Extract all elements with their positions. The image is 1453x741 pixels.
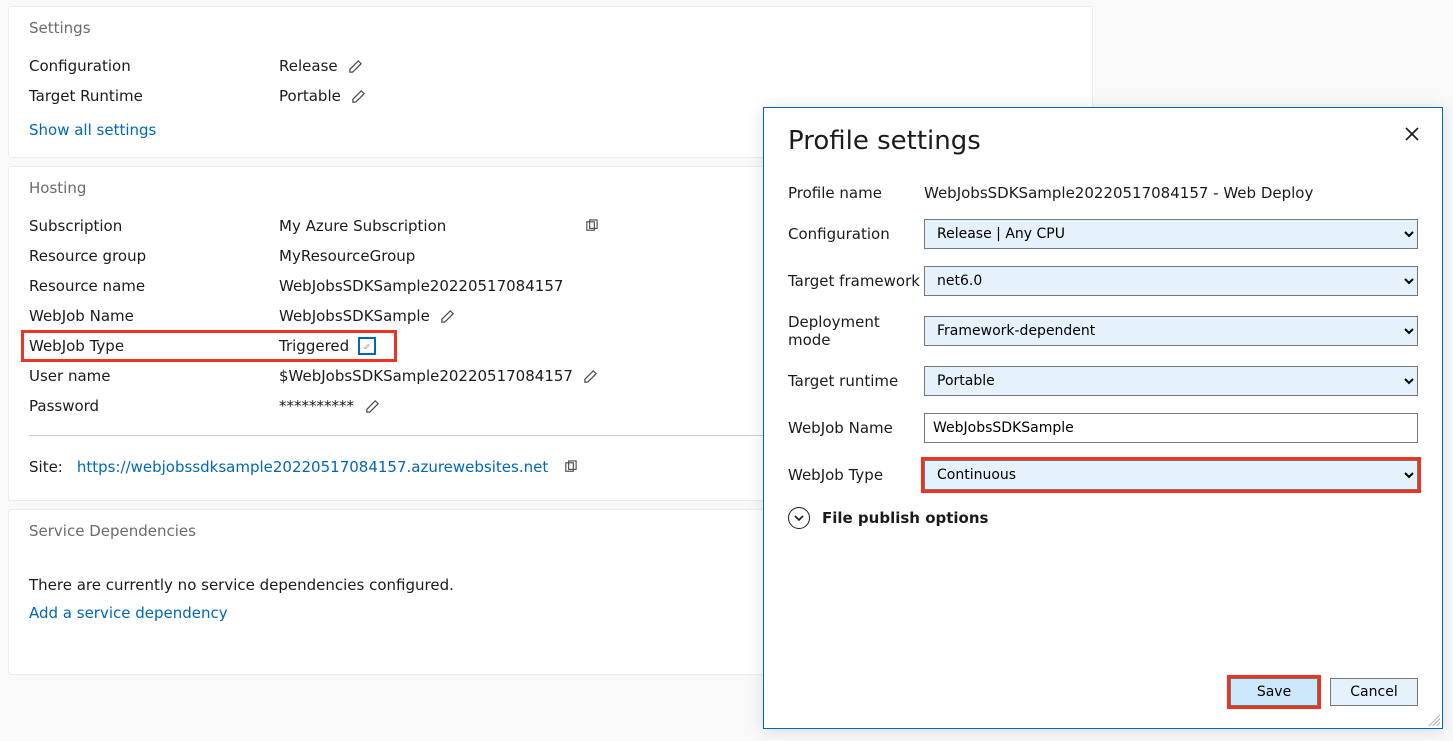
settings-label: Target Runtime xyxy=(29,87,279,105)
settings-value: Portable xyxy=(279,87,341,105)
webjob-type-select[interactable]: Continuous xyxy=(924,460,1418,490)
dialog-title: Profile settings xyxy=(788,126,1418,156)
file-publish-options-label: File publish options xyxy=(822,509,988,527)
settings-heading: Settings xyxy=(29,19,1072,37)
hosting-value: WebJobsSDKSample xyxy=(279,307,430,325)
dlg-label: Profile name xyxy=(788,184,924,202)
hosting-value: WebJobsSDKSample20220517084157 xyxy=(279,277,563,295)
hosting-row-webjob-type: WebJob Type Triggered xyxy=(29,331,389,361)
copy-icon[interactable] xyxy=(562,459,578,475)
pencil-icon[interactable] xyxy=(359,338,375,354)
dlg-row-target-framework: Target framework net6.0 xyxy=(788,266,1418,296)
resize-grip-icon[interactable] xyxy=(1428,714,1440,726)
hosting-label: WebJob Type xyxy=(29,337,279,355)
dlg-label: Configuration xyxy=(788,225,924,243)
chevron-down-icon[interactable] xyxy=(788,507,810,529)
target-framework-select[interactable]: net6.0 xyxy=(924,266,1418,296)
dlg-row-configuration: Configuration Release | Any CPU xyxy=(788,219,1418,249)
dialog-button-row: Save Cancel xyxy=(1230,678,1418,706)
hosting-label: Resource name xyxy=(29,277,279,295)
cancel-button[interactable]: Cancel xyxy=(1330,678,1418,706)
copy-icon[interactable] xyxy=(583,218,599,234)
settings-label: Configuration xyxy=(29,57,279,75)
file-publish-options-toggle[interactable]: File publish options xyxy=(788,507,1418,529)
add-service-dependency-link[interactable]: Add a service dependency xyxy=(29,604,228,622)
hosting-site-label: Site: xyxy=(29,458,63,476)
dlg-row-webjob-type: WebJob Type Continuous xyxy=(788,460,1418,490)
close-icon[interactable] xyxy=(1400,122,1424,146)
hosting-value: ********** xyxy=(279,397,354,415)
profile-settings-dialog: Profile settings Profile name WebJobsSDK… xyxy=(763,107,1443,729)
hosting-label: Password xyxy=(29,397,279,415)
hosting-label: WebJob Name xyxy=(29,307,279,325)
webjob-name-input[interactable] xyxy=(924,413,1418,443)
settings-value: Release xyxy=(279,57,338,75)
dlg-row-target-runtime: Target runtime Portable xyxy=(788,366,1418,396)
dlg-row-profile-name: Profile name WebJobsSDKSample20220517084… xyxy=(788,184,1418,202)
hosting-value: Triggered xyxy=(279,337,349,355)
configuration-select[interactable]: Release | Any CPU xyxy=(924,219,1418,249)
pencil-icon[interactable] xyxy=(583,368,599,384)
hosting-label: Resource group xyxy=(29,247,279,265)
dlg-label: Target framework xyxy=(788,272,924,290)
show-all-settings-link[interactable]: Show all settings xyxy=(29,121,156,139)
dlg-label: Target runtime xyxy=(788,372,924,390)
dlg-row-deployment-mode: Deployment mode Framework-dependent xyxy=(788,313,1418,349)
dlg-label: Deployment mode xyxy=(788,313,924,349)
pencil-icon[interactable] xyxy=(440,308,456,324)
pencil-icon[interactable] xyxy=(348,58,364,74)
hosting-value: My Azure Subscription xyxy=(279,217,446,235)
save-button[interactable]: Save xyxy=(1230,678,1318,706)
hosting-value: MyResourceGroup xyxy=(279,247,415,265)
deployment-mode-select[interactable]: Framework-dependent xyxy=(924,316,1418,346)
dlg-label: WebJob Type xyxy=(788,466,924,484)
target-runtime-select[interactable]: Portable xyxy=(924,366,1418,396)
dlg-label: WebJob Name xyxy=(788,419,924,437)
settings-row-configuration: Configuration Release xyxy=(29,51,1072,81)
pencil-icon[interactable] xyxy=(364,398,380,414)
pencil-icon[interactable] xyxy=(351,88,367,104)
hosting-label: User name xyxy=(29,367,279,385)
dlg-row-webjob-name: WebJob Name xyxy=(788,413,1418,443)
dlg-profile-name-value: WebJobsSDKSample20220517084157 - Web Dep… xyxy=(924,184,1418,202)
hosting-label: Subscription xyxy=(29,217,279,235)
hosting-value: $WebJobsSDKSample20220517084157 xyxy=(279,367,573,385)
hosting-site-link[interactable]: https://webjobssdksample20220517084157.a… xyxy=(77,458,548,476)
